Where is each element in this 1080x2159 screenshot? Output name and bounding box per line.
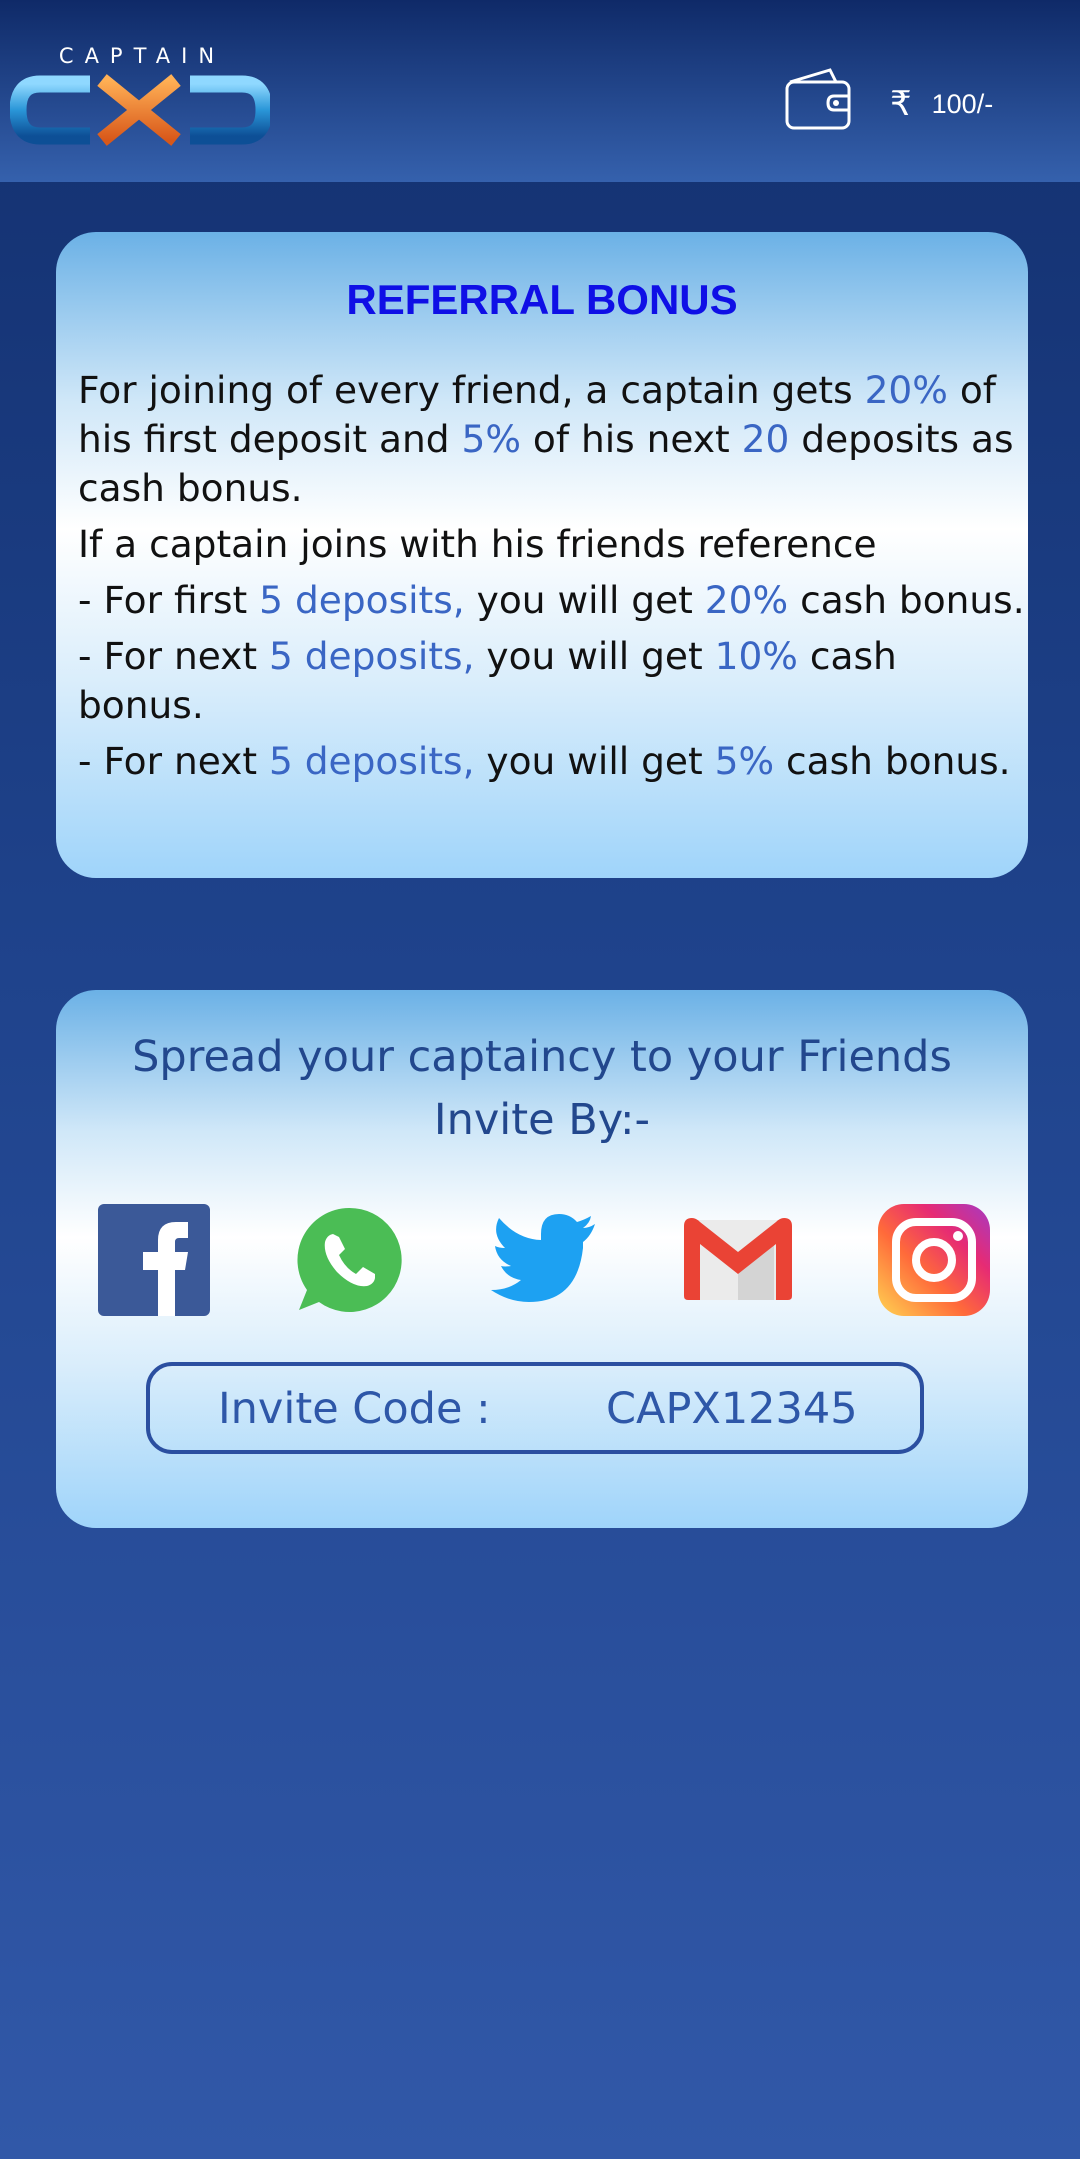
share-options <box>98 1204 990 1316</box>
twitter-icon[interactable] <box>487 1204 599 1316</box>
invite-code-label: Invite Code : <box>218 1384 491 1434</box>
bonus-tier-1: - For first 5 deposits, you will get 20%… <box>78 578 1025 622</box>
invite-by-label: Invite By:- <box>433 1095 651 1145</box>
spread-captaincy-text: Spread your captaincy to your Friends <box>132 1032 952 1082</box>
whatsapp-icon[interactable] <box>293 1204 405 1316</box>
invite-heading: Spread your captaincy to your Friends In… <box>56 1026 1028 1152</box>
referral-bonus-card: REFERRAL BONUS For joining of every frie… <box>56 232 1028 878</box>
referral-description: For joining of every friend, a captain g… <box>78 366 1028 786</box>
rupee-symbol: ₹ <box>890 84 912 124</box>
cxd-logo-mark <box>10 74 270 146</box>
invite-code-value: CAPX12345 <box>606 1384 858 1434</box>
invite-code-box[interactable]: Invite Code : CAPX12345 <box>146 1362 924 1454</box>
invite-card: Spread your captaincy to your Friends In… <box>56 990 1028 1528</box>
wallet-icon[interactable] <box>784 66 854 132</box>
referral-rule-paragraph: For joining of every friend, a captain g… <box>78 368 1014 510</box>
instagram-icon[interactable] <box>878 1204 990 1316</box>
facebook-icon[interactable] <box>98 1204 210 1316</box>
gmail-icon[interactable] <box>682 1204 794 1316</box>
referral-intro-line: If a captain joins with his friends refe… <box>78 522 877 566</box>
balance-amount: 100/- <box>931 88 994 119</box>
bonus-tier-3: - For next 5 deposits, you will get 5% c… <box>78 739 1011 783</box>
captain-logo[interactable]: CAPTAIN <box>10 44 270 146</box>
bonus-tier-2: - For next 5 deposits, you will get 10% … <box>78 634 897 727</box>
wallet-balance: ₹ 100/- <box>890 84 993 124</box>
referral-title: REFERRAL BONUS <box>346 276 738 323</box>
app-header: CAPTAIN ₹ 100/- <box>0 0 1080 182</box>
logo-wordmark: CAPTAIN <box>58 44 226 68</box>
